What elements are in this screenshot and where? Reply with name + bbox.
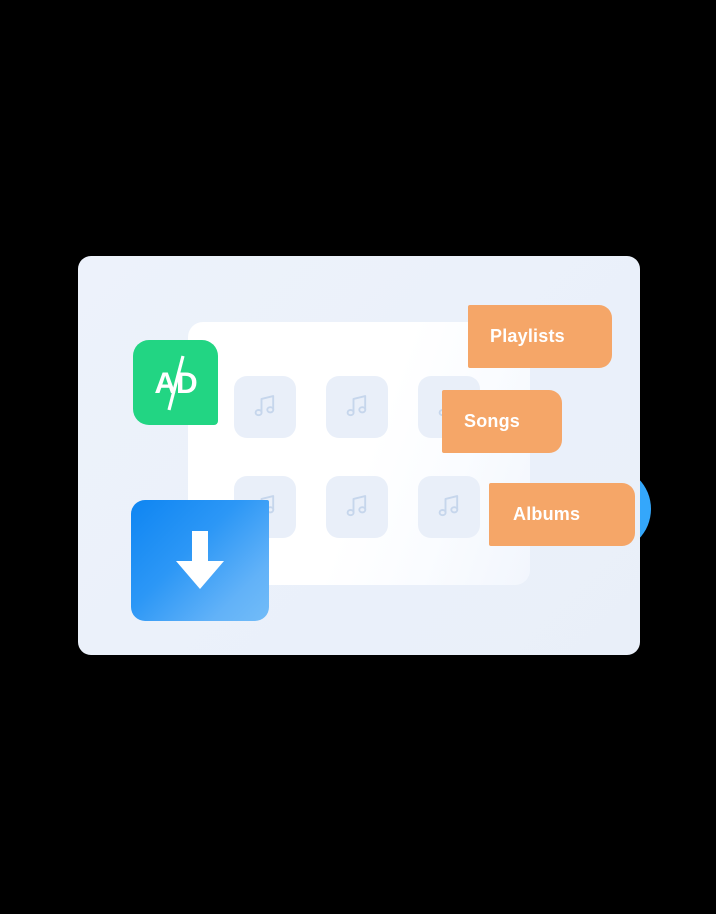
music-tile[interactable]: [326, 476, 388, 538]
badge-playlists[interactable]: Playlists: [468, 305, 612, 368]
illustration-card: AD Playlists Songs Albums: [78, 256, 640, 655]
badge-songs[interactable]: Songs: [442, 390, 562, 453]
music-note-icon: [342, 492, 372, 522]
music-tile[interactable]: [418, 476, 480, 538]
badge-albums[interactable]: Albums: [489, 483, 635, 546]
ad-free-icon[interactable]: AD: [133, 340, 218, 425]
download-icon[interactable]: [131, 500, 269, 621]
badge-albums-label: Albums: [513, 504, 581, 524]
music-tile[interactable]: [234, 376, 296, 438]
music-note-icon: [434, 492, 464, 522]
download-arrow-icon: [165, 525, 235, 597]
music-note-icon: [342, 392, 372, 422]
ad-slash-icon: AD: [141, 348, 211, 418]
badge-songs-label: Songs: [464, 411, 521, 431]
music-tile[interactable]: [326, 376, 388, 438]
illustration-stage: AD Playlists Songs Albums: [0, 0, 716, 914]
music-note-icon: [250, 392, 280, 422]
badge-playlists-label: Playlists: [490, 326, 565, 346]
